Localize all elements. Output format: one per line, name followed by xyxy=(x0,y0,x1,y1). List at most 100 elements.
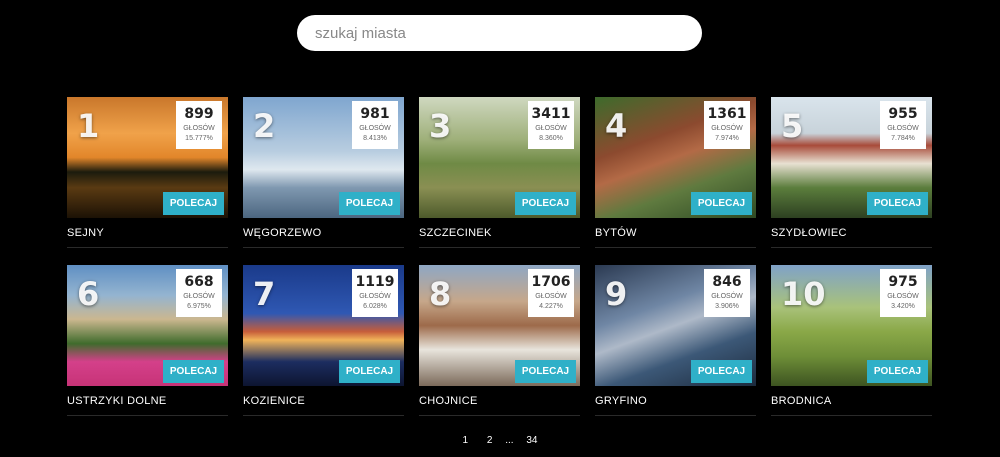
vote-count: 975 xyxy=(888,274,918,290)
divider xyxy=(595,415,756,416)
vote-count-box: 981 GŁOSÓW 8.413% xyxy=(352,101,398,149)
polecaj-button[interactable]: POLECAJ xyxy=(691,192,752,215)
page-link-34[interactable]: 34 xyxy=(526,435,537,446)
vote-percent: 7.974% xyxy=(715,135,739,142)
city-rank: 6 xyxy=(77,275,100,313)
vote-count: 1361 xyxy=(707,106,747,122)
polecaj-button[interactable]: POLECAJ xyxy=(339,192,400,215)
vote-percent: 3.906% xyxy=(715,303,739,310)
city-card: 1 899 GŁOSÓW 15.777% POLECAJ SEJNY xyxy=(67,97,228,248)
city-rank: 7 xyxy=(253,275,276,313)
polecaj-button[interactable]: POLECAJ xyxy=(515,192,576,215)
vote-count-box: 955 GŁOSÓW 7.784% xyxy=(880,101,926,149)
vote-count: 1119 xyxy=(355,274,395,290)
city-rank: 1 xyxy=(77,107,100,145)
vote-percent: 6.028% xyxy=(363,303,387,310)
vote-count: 981 xyxy=(360,106,390,122)
city-card: 7 1119 GŁOSÓW 6.028% POLECAJ KOZIENICE xyxy=(243,265,404,416)
city-photo[interactable]: 7 1119 GŁOSÓW 6.028% POLECAJ xyxy=(243,265,404,386)
city-name[interactable]: KOZIENICE xyxy=(243,395,305,407)
city-photo[interactable]: 6 668 GŁOSÓW 6.975% POLECAJ xyxy=(67,265,228,386)
votes-label: GŁOSÓW xyxy=(183,293,215,300)
polecaj-button[interactable]: POLECAJ xyxy=(867,192,928,215)
city-name[interactable]: USTRZYKI DOLNE xyxy=(67,395,167,407)
city-name[interactable]: SZCZECINEK xyxy=(419,227,492,239)
page-link-1[interactable]: 1 xyxy=(463,435,469,446)
votes-label: GŁOSÓW xyxy=(359,293,391,300)
vote-count: 846 xyxy=(712,274,742,290)
vote-count-box: 668 GŁOSÓW 6.975% xyxy=(176,269,222,317)
city-name[interactable]: BYTÓW xyxy=(595,227,637,239)
polecaj-button[interactable]: POLECAJ xyxy=(339,360,400,383)
votes-label: GŁOSÓW xyxy=(887,293,919,300)
vote-percent: 6.975% xyxy=(187,303,211,310)
search-bar[interactable] xyxy=(297,15,702,51)
city-rank: 8 xyxy=(429,275,452,313)
city-card: 8 1706 GŁOSÓW 4.227% POLECAJ CHOJNICE xyxy=(419,265,580,416)
vote-count: 3411 xyxy=(531,106,571,122)
vote-percent: 3.420% xyxy=(891,303,915,310)
polecaj-button[interactable]: POLECAJ xyxy=(867,360,928,383)
vote-percent: 8.413% xyxy=(363,135,387,142)
city-name[interactable]: BRODNICA xyxy=(771,395,831,407)
vote-count-box: 1706 GŁOSÓW 4.227% xyxy=(528,269,574,317)
page-link-2[interactable]: 2 xyxy=(487,435,493,446)
city-name[interactable]: SZYDŁOWIEC xyxy=(771,227,847,239)
divider xyxy=(67,247,228,248)
polecaj-button[interactable]: POLECAJ xyxy=(515,360,576,383)
divider xyxy=(771,247,932,248)
votes-label: GŁOSÓW xyxy=(183,125,215,132)
pagination-ellipsis: ... xyxy=(505,435,514,446)
vote-count-box: 3411 GŁOSÓW 8.360% xyxy=(528,101,574,149)
vote-count-box: 975 GŁOSÓW 3.420% xyxy=(880,269,926,317)
city-card: 5 955 GŁOSÓW 7.784% POLECAJ SZYDŁOWIEC xyxy=(771,97,932,248)
city-rank: 4 xyxy=(605,107,628,145)
city-name[interactable]: GRYFINO xyxy=(595,395,647,407)
polecaj-button[interactable]: POLECAJ xyxy=(163,192,224,215)
divider xyxy=(595,247,756,248)
city-card: 3 3411 GŁOSÓW 8.360% POLECAJ SZCZECINEK xyxy=(419,97,580,248)
city-photo[interactable]: 10 975 GŁOSÓW 3.420% POLECAJ xyxy=(771,265,932,386)
divider xyxy=(243,415,404,416)
city-rank: 9 xyxy=(605,275,628,313)
city-card: 2 981 GŁOSÓW 8.413% POLECAJ WĘGORZEWO xyxy=(243,97,404,248)
vote-percent: 7.784% xyxy=(891,135,915,142)
divider xyxy=(771,415,932,416)
city-photo[interactable]: 5 955 GŁOSÓW 7.784% POLECAJ xyxy=(771,97,932,218)
polecaj-button[interactable]: POLECAJ xyxy=(163,360,224,383)
city-rank: 2 xyxy=(253,107,276,145)
vote-percent: 15.777% xyxy=(185,135,213,142)
city-rank: 5 xyxy=(781,107,804,145)
vote-count: 955 xyxy=(888,106,918,122)
votes-label: GŁOSÓW xyxy=(711,125,743,132)
search-input[interactable] xyxy=(313,23,686,43)
vote-percent: 8.360% xyxy=(539,135,563,142)
city-name[interactable]: WĘGORZEWO xyxy=(243,227,321,239)
votes-label: GŁOSÓW xyxy=(535,125,567,132)
city-photo[interactable]: 3 3411 GŁOSÓW 8.360% POLECAJ xyxy=(419,97,580,218)
vote-count-box: 899 GŁOSÓW 15.777% xyxy=(176,101,222,149)
city-photo[interactable]: 2 981 GŁOSÓW 8.413% POLECAJ xyxy=(243,97,404,218)
polecaj-button[interactable]: POLECAJ xyxy=(691,360,752,383)
vote-count: 668 xyxy=(184,274,214,290)
city-photo[interactable]: 1 899 GŁOSÓW 15.777% POLECAJ xyxy=(67,97,228,218)
city-photo[interactable]: 9 846 GŁOSÓW 3.906% POLECAJ xyxy=(595,265,756,386)
votes-label: GŁOSÓW xyxy=(359,125,391,132)
divider xyxy=(419,247,580,248)
vote-count-box: 846 GŁOSÓW 3.906% xyxy=(704,269,750,317)
city-photo[interactable]: 4 1361 GŁOSÓW 7.974% POLECAJ xyxy=(595,97,756,218)
city-card: 4 1361 GŁOSÓW 7.974% POLECAJ BYTÓW xyxy=(595,97,756,248)
vote-percent: 4.227% xyxy=(539,303,563,310)
divider xyxy=(419,415,580,416)
city-rank: 10 xyxy=(781,275,826,313)
vote-count: 899 xyxy=(184,106,214,122)
city-name[interactable]: SEJNY xyxy=(67,227,104,239)
votes-label: GŁOSÓW xyxy=(535,293,567,300)
city-card: 9 846 GŁOSÓW 3.906% POLECAJ GRYFINO xyxy=(595,265,756,416)
city-name[interactable]: CHOJNICE xyxy=(419,395,478,407)
vote-count-box: 1119 GŁOSÓW 6.028% xyxy=(352,269,398,317)
city-photo[interactable]: 8 1706 GŁOSÓW 4.227% POLECAJ xyxy=(419,265,580,386)
divider xyxy=(67,415,228,416)
pagination: 1 2 ... 34 xyxy=(0,435,1000,446)
divider xyxy=(243,247,404,248)
